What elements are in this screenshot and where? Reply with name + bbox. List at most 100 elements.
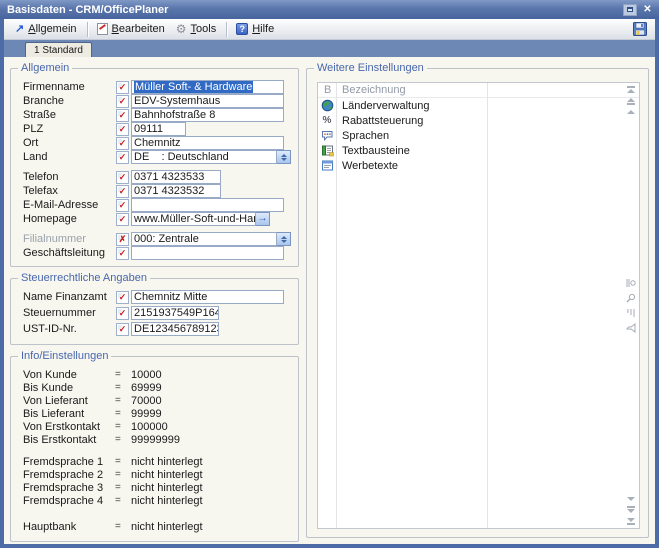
land-spinner-button[interactable] <box>277 150 291 164</box>
group-steuer-title: Steuerrechtliche Angaben <box>18 272 150 285</box>
menu-hilfe-label: Hilfe <box>252 23 274 35</box>
field-steuernummer: Steuernummer ✓ 2151937549P1644 <box>23 306 291 320</box>
equals-sign: = <box>115 369 131 380</box>
menu-allgemein[interactable]: ↗ Allgemein <box>10 21 83 37</box>
edit-check-icon[interactable]: ✓ <box>116 95 129 108</box>
spinner-down-icon <box>281 158 287 161</box>
save-button[interactable] <box>630 20 650 38</box>
group-weitere-title: Weitere Einstellungen <box>314 62 427 75</box>
scroll-to-top-button[interactable] <box>627 86 635 93</box>
edit-check-icon[interactable]: ✓ <box>116 81 129 94</box>
scroll-up-button[interactable] <box>627 110 635 114</box>
field-geschaeftsleitung: Geschäftsleitung ✓ <box>23 246 291 260</box>
field-label: UST-ID-Nr. <box>23 323 116 335</box>
edit-cross-icon[interactable]: ✗ <box>116 233 129 246</box>
field-label: Name Finanzamt <box>23 291 116 303</box>
scroll-to-bottom-button[interactable] <box>627 518 635 525</box>
find-icon[interactable] <box>626 278 636 288</box>
info-row: Bis Lieferant = 99999 <box>23 407 291 420</box>
list-item-rabattsteuerung[interactable]: % Rabattsteuerung <box>318 113 639 128</box>
content: Allgemein Firmenname ✓ Müller Soft- & Ha… <box>4 57 655 544</box>
search-icon[interactable] <box>626 293 636 303</box>
right-column: Weitere Einstellungen B Bezeichnung <box>306 63 649 544</box>
filter-icon[interactable] <box>626 323 636 333</box>
menu-tools[interactable]: ⚙ Tools <box>171 21 222 37</box>
window-body: ↗ Allgemein Bearbeiten ⚙ Tools ? Hilfe <box>4 19 655 544</box>
scroll-down-button[interactable] <box>627 497 635 501</box>
edit-check-icon[interactable]: ✓ <box>116 307 129 320</box>
edit-check-icon[interactable]: ✓ <box>116 291 129 304</box>
spacer <box>23 507 291 520</box>
land-combobox[interactable]: DE : Deutschland <box>131 150 277 164</box>
email-input[interactable] <box>131 198 284 212</box>
save-floppy-icon <box>632 21 648 37</box>
left-column: Allgemein Firmenname ✓ Müller Soft- & Ha… <box>10 63 299 544</box>
edit-check-icon[interactable]: ✓ <box>116 109 129 122</box>
branche-input[interactable]: EDV-Systemhaus <box>131 94 284 108</box>
list-item-sprachen[interactable]: Sprachen <box>318 128 639 143</box>
list-item-textbausteine[interactable]: Textbausteine <box>318 143 639 158</box>
field-label: Telefon <box>23 171 116 183</box>
field-label: Telefax <box>23 185 116 197</box>
info-row: Von Lieferant = 70000 <box>23 394 291 407</box>
edit-check-icon[interactable]: ✓ <box>116 323 129 336</box>
column-header-b[interactable]: B <box>318 84 336 96</box>
field-label: Firmenname <box>23 81 116 93</box>
filialnummer-combobox[interactable]: 000: Zentrale <box>131 232 277 246</box>
equals-sign: = <box>115 495 131 506</box>
field-label: Steuernummer <box>23 307 116 319</box>
edit-check-icon[interactable]: ✓ <box>116 137 129 150</box>
textblock-icon <box>321 144 334 157</box>
field-label: Ort <box>23 137 116 149</box>
ustid-input[interactable]: DE123456789123 <box>131 322 219 336</box>
scroll-up-page-button[interactable] <box>627 98 635 105</box>
equals-sign: = <box>115 421 131 432</box>
column-header-bezeichnung[interactable]: Bezeichnung <box>336 84 487 96</box>
telefon-input[interactable]: 0371 4323533 <box>131 170 221 184</box>
strasse-input[interactable]: Bahnhofstraße 8 <box>131 108 284 122</box>
close-button[interactable]: ✕ <box>641 3 654 16</box>
info-row: Bis Kunde = 69999 <box>23 381 291 394</box>
list-item-laenderverwaltung[interactable]: Länderverwaltung <box>318 98 639 113</box>
menu-allgemein-label: Allgemein <box>28 23 76 35</box>
firmenname-input[interactable]: Müller Soft- & Hardware <box>131 80 284 94</box>
geschaeftsleitung-input[interactable] <box>131 246 284 260</box>
edit-check-icon[interactable]: ✓ <box>116 123 129 136</box>
tabstrip: 1 Standard <box>4 40 655 57</box>
rail-bottom-cluster <box>627 497 635 525</box>
menu-hilfe[interactable]: ? Hilfe <box>231 21 280 37</box>
edit-check-icon[interactable]: ✓ <box>116 199 129 212</box>
field-label: Geschäftsleitung <box>23 247 116 259</box>
titlebar: Basisdaten - CRM/OfficePlaner ✕ <box>0 0 659 19</box>
restore-icon <box>627 7 633 12</box>
restore-button[interactable] <box>623 4 637 16</box>
homepage-input[interactable]: www.Müller-Soft-und-Hardware.de <box>131 212 256 226</box>
sort-icon[interactable] <box>626 308 636 318</box>
equals-sign: = <box>115 434 131 445</box>
edit-check-icon[interactable]: ✓ <box>116 151 129 164</box>
field-firmenname: Firmenname ✓ Müller Soft- & Hardware <box>23 80 291 94</box>
help-icon: ? <box>236 23 248 35</box>
scroll-down-page-button[interactable] <box>627 506 635 513</box>
edit-check-icon[interactable]: ✓ <box>116 185 129 198</box>
ort-input[interactable]: Chemnitz <box>131 136 284 150</box>
filialnummer-spinner-button[interactable] <box>277 232 291 246</box>
field-telefax: Telefax ✓ 0371 4323532 <box>23 184 291 198</box>
finanzamt-input[interactable]: Chemnitz Mitte <box>131 290 284 304</box>
list-item-werbetexte[interactable]: Werbetexte <box>318 158 639 173</box>
telefax-input[interactable]: 0371 4323532 <box>131 184 221 198</box>
edit-check-icon[interactable]: ✓ <box>116 171 129 184</box>
menu-bearbeiten[interactable]: Bearbeiten <box>92 21 171 37</box>
homepage-go-button[interactable]: → <box>256 212 270 226</box>
info-row: Von Kunde = 10000 <box>23 368 291 381</box>
plz-input[interactable]: 09111 <box>131 122 186 136</box>
equals-sign: = <box>115 395 131 406</box>
tab-standard[interactable]: 1 Standard <box>25 42 92 57</box>
group-steuer: Steuerrechtliche Angaben Name Finanzamt … <box>10 278 299 345</box>
steuernummer-input[interactable]: 2151937549P1644 <box>131 306 219 320</box>
edit-page-icon <box>97 23 108 35</box>
edit-check-icon[interactable]: ✓ <box>116 247 129 260</box>
edit-check-icon[interactable]: ✓ <box>116 213 129 226</box>
language-icon <box>321 129 334 142</box>
menu-tools-label: Tools <box>191 23 217 35</box>
